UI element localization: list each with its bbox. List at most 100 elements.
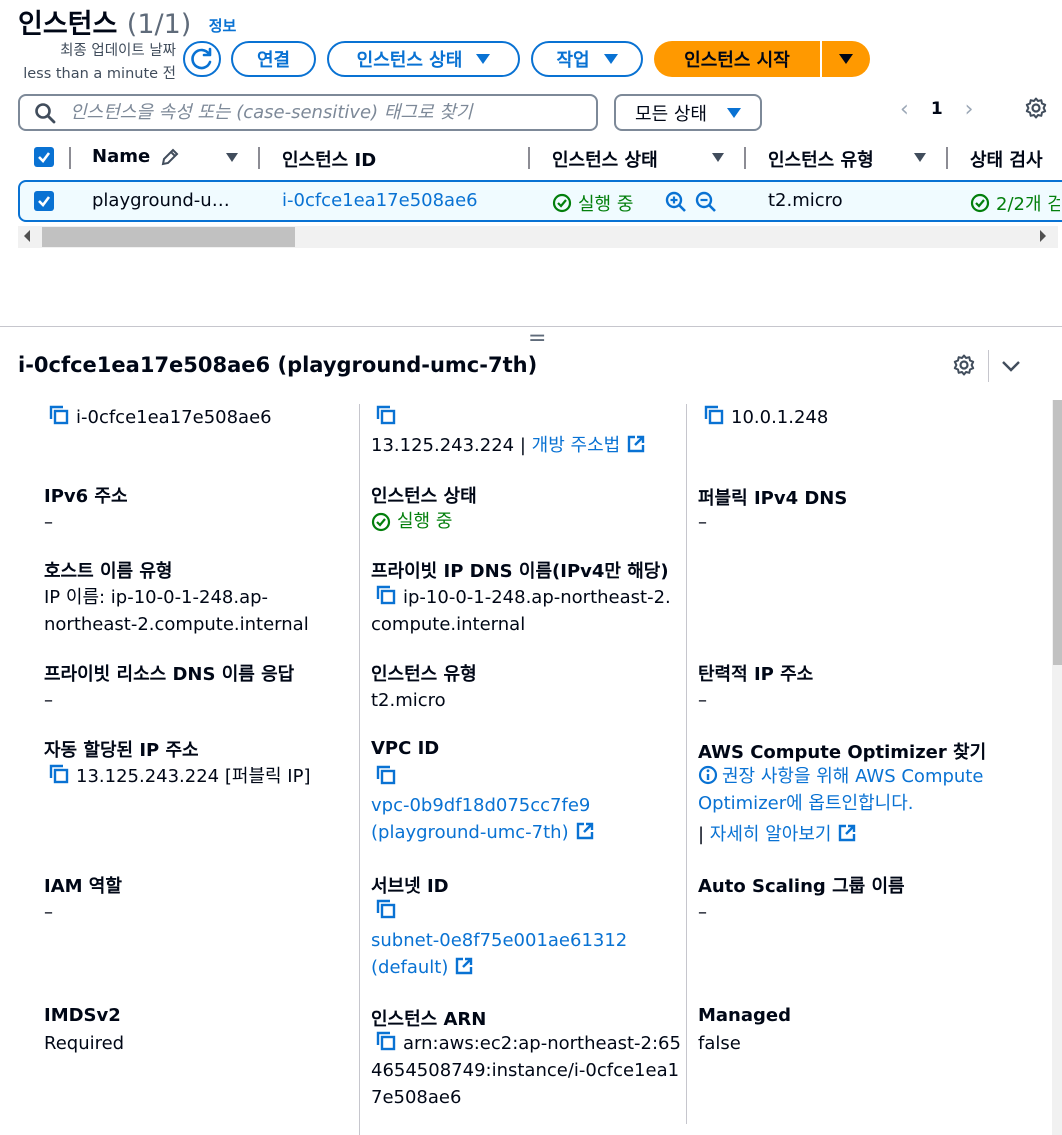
column-header-instance-type[interactable]: 인스턴스 유형 (768, 146, 874, 172)
column-header-instance-id-label: 인스턴스 ID (282, 150, 377, 171)
iam-role-value: – (44, 902, 53, 923)
private-ip-dns-label: 프라이빗 IP DNS 이름(IPv4만 해당) (371, 561, 669, 582)
details-settings-button[interactable] (952, 353, 976, 382)
row-checkbox[interactable] (34, 191, 54, 211)
private-ip-dns-value-line1: ip-10-0-1-248.ap-northeast-2. (375, 584, 671, 611)
copy-icon[interactable] (375, 1030, 397, 1052)
last-updated: 최종 업데이트 날짜 less than a minute 전 (0, 40, 176, 86)
search-input[interactable] (70, 102, 570, 123)
hostname-type-label: 호스트 이름 유형 (44, 561, 173, 582)
instance-state-label: 인스턴스 상태 (371, 486, 477, 507)
auto-scaling-group-value: – (698, 902, 707, 923)
compute-optimizer-label: AWS Compute Optimizer 찾기 (698, 742, 987, 763)
instance-state-dropdown-label: 인스턴스 상태 (356, 50, 463, 71)
vertical-scrollbar-thumb[interactable] (1053, 400, 1062, 665)
actions-dropdown-label: 작업 (556, 50, 590, 71)
private-ip-value: 10.0.1.248 (703, 404, 828, 431)
table-preferences-button[interactable] (1024, 96, 1048, 125)
success-check-icon (371, 512, 391, 531)
checkmark-icon (38, 152, 51, 163)
vpc-id-link-line2[interactable]: (playground-umc-7th) (371, 819, 595, 846)
row-instance-state-text: 실행 중 (578, 194, 634, 215)
sort-icon[interactable] (712, 153, 724, 162)
caret-down-icon (726, 107, 741, 118)
select-all-checkbox[interactable] (34, 147, 54, 167)
state-filter-select[interactable]: 모든 상태 (614, 94, 762, 131)
previous-page-icon[interactable]: ‹ (900, 97, 909, 122)
private-ip-dns-text-line1: ip-10-0-1-248.ap-northeast-2. (403, 587, 671, 608)
public-dns-label: 퍼블릭 IPv4 DNS (698, 488, 848, 509)
copy-icon[interactable] (375, 404, 397, 426)
scroll-left-icon[interactable] (24, 230, 30, 242)
public-ip-value: 13.125.243.224 | 개방 주소법 (371, 432, 646, 459)
launch-instance-dropdown[interactable] (822, 41, 870, 77)
zoom-in-icon[interactable] (665, 191, 687, 213)
success-check-icon (552, 193, 572, 213)
copy-icon[interactable] (48, 763, 70, 785)
managed-label: Managed (698, 1005, 791, 1026)
refresh-icon (191, 47, 212, 70)
search-box[interactable] (18, 94, 598, 131)
next-page-icon[interactable]: › (965, 97, 974, 122)
column-header-status-check[interactable]: 상태 검사 (970, 146, 1043, 172)
copy-icon[interactable] (48, 404, 70, 426)
actions-dropdown[interactable]: 작업 (531, 41, 643, 77)
resize-handle-icon[interactable]: = (528, 328, 546, 350)
hostname-type-value-line2: northeast-2.compute.internal (44, 614, 309, 635)
instance-arn-line3: 7e508ae6 (371, 1087, 462, 1108)
copy-icon[interactable] (375, 898, 397, 920)
edit-icon (161, 148, 179, 165)
learn-more-link[interactable]: 자세히 알아보기 (710, 824, 832, 845)
hostname-type-value-line1: IP 이름: ip-10-0-1-248.ap- (44, 587, 269, 608)
instance-state-value: 실행 중 (371, 508, 452, 535)
copy-icon[interactable] (703, 404, 725, 426)
instance-type-value: t2.micro (371, 690, 446, 711)
elastic-ip-value: – (698, 690, 707, 711)
column-header-instance-id[interactable]: 인스턴스 ID (282, 146, 376, 172)
subnet-id-link-line2[interactable]: (default) (371, 954, 474, 981)
instance-id-value: i-0cfce1ea17e508ae6 (48, 404, 272, 431)
instance-arn-line1: arn:aws:ec2:ap-northeast-2:65 (375, 1030, 681, 1057)
vpc-id-link-line1[interactable]: vpc-0b9df18d075cc7fe9 (371, 792, 590, 819)
caret-down-icon (603, 54, 618, 64)
page-number[interactable]: 1 (931, 99, 943, 119)
instance-arn-line2: 4654508749:instance/i-0cfce1ea1 (371, 1060, 680, 1081)
copy-icon[interactable] (375, 764, 397, 786)
info-link[interactable]: 정보 (209, 17, 237, 35)
instance-id-text: i-0cfce1ea17e508ae6 (76, 407, 272, 428)
launch-instance-button[interactable]: 인스턴스 시작 (654, 41, 820, 77)
horizontal-scrollbar-thumb[interactable] (42, 227, 295, 247)
row-name: playground-u… (92, 190, 230, 211)
details-title: i-0cfce1ea17e508ae6 (playground-umc-7th) (18, 353, 538, 377)
compute-optimizer-line1[interactable]: 권장 사항을 위해 AWS Compute (722, 766, 983, 787)
instance-state-dropdown[interactable]: 인스턴스 상태 (327, 41, 520, 77)
column-header-status-check-label: 상태 검사 (970, 150, 1043, 171)
column-header-instance-type-label: 인스턴스 유형 (768, 150, 874, 171)
last-updated-label: 최종 업데이트 날짜 (60, 43, 176, 59)
subnet-id-link-text: (default) (371, 957, 449, 978)
imdsv2-value: Required (44, 1033, 125, 1054)
column-divider (686, 404, 687, 1124)
compute-optimizer-link[interactable]: Optimizer (698, 793, 786, 814)
open-address-link[interactable]: 개방 주소법 (532, 435, 621, 456)
copy-icon[interactable] (375, 584, 397, 606)
sort-icon[interactable] (914, 153, 926, 162)
column-header-name[interactable]: Name (92, 146, 180, 167)
external-link-icon[interactable] (837, 823, 857, 843)
external-link-icon[interactable] (626, 434, 646, 454)
refresh-button[interactable] (183, 41, 221, 77)
collapse-panel-button[interactable] (1000, 356, 1022, 381)
row-status-check: 2/2개 검 (970, 190, 1060, 216)
private-ip-text: 10.0.1.248 (731, 407, 829, 428)
row-instance-id-link[interactable]: i-0cfce1ea17e508ae6 (282, 190, 478, 211)
connect-button[interactable]: 연결 (231, 41, 316, 77)
column-header-instance-state[interactable]: 인스턴스 상태 (552, 146, 658, 172)
zoom-out-icon[interactable] (695, 191, 717, 213)
scroll-right-icon[interactable] (1040, 230, 1046, 242)
subnet-id-link-line1[interactable]: subnet-0e8f75e001ae61312 (371, 927, 627, 954)
sort-icon[interactable] (226, 153, 238, 162)
external-link-icon[interactable] (575, 821, 595, 841)
gear-icon (953, 354, 975, 376)
chevron-down-icon (1002, 361, 1020, 372)
external-link-icon[interactable] (454, 956, 474, 976)
